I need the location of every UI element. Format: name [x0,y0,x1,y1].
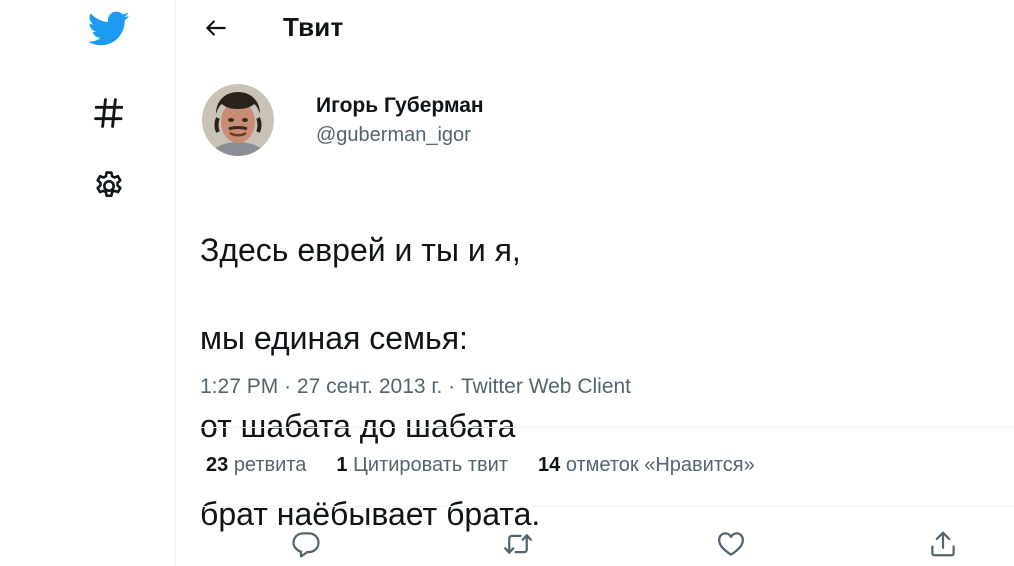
settings-button[interactable] [84,161,134,211]
twitter-bird-icon [88,11,130,46]
retweets-count: 23 [206,454,229,476]
twitter-logo-button[interactable] [84,4,134,54]
tweet-line: Здесь еврей и ты и я, [200,232,521,268]
tweet-line: мы единая семья: [200,320,468,356]
tweet-date[interactable]: 27 сент. 2013 г. [297,375,442,398]
quotes-stat[interactable]: 1 Цитировать твит [336,454,508,477]
author-name[interactable]: Игорь Губерман [316,94,484,118]
main-column: Твит Игорь Губерман @guberman_igor Здесь… [176,0,1014,566]
app-window: Твит Игорь Губерман @guberman_igor Здесь… [0,0,1014,566]
retweet-button[interactable] [496,522,540,566]
meta-separator: · [448,375,456,398]
arrow-left-icon [206,20,226,36]
avatar[interactable] [202,84,274,156]
share-button[interactable] [921,522,965,566]
gear-icon [96,171,122,198]
page-header: Твит [176,0,1014,56]
likes-count: 14 [538,454,561,476]
quotes-label: Цитировать твит [353,454,508,476]
tweet-meta: 1:27 PM · 27 сент. 2013 г. · Twitter Web… [200,375,631,399]
likes-stat[interactable]: 14 отметок «Нравится» [538,454,755,477]
avatar-photo [202,84,274,156]
reply-icon [292,532,320,558]
tweet-author: Игорь Губерман @guberman_igor [202,84,802,160]
tweet-source[interactable]: Twitter Web Client [461,375,631,398]
like-button[interactable] [709,522,753,566]
divider [200,427,1014,428]
meta-separator: · [284,375,292,398]
retweet-icon [504,534,532,554]
quotes-count: 1 [336,454,348,476]
tweet-stats: 23 ретвита 1 Цитировать твит 14 отметок … [206,454,785,477]
tweet-time[interactable]: 1:27 PM [200,375,278,398]
retweets-label: ретвита [233,454,307,476]
divider [200,506,1014,507]
hashtag-icon [94,98,124,128]
tweet-line: от шабата до шабата [200,408,516,444]
like-icon [718,532,744,556]
author-handle[interactable]: @guberman_igor [316,124,471,147]
retweets-stat[interactable]: 23 ретвита [206,454,306,477]
page-title: Твит [283,12,344,42]
sidebar-nav [0,0,176,566]
back-button[interactable] [198,10,234,46]
explore-button[interactable] [84,88,134,138]
reply-button[interactable] [284,522,328,566]
likes-label: отметок «Нравится» [565,454,755,476]
tweet-actions [200,514,1014,566]
share-icon [931,531,955,557]
